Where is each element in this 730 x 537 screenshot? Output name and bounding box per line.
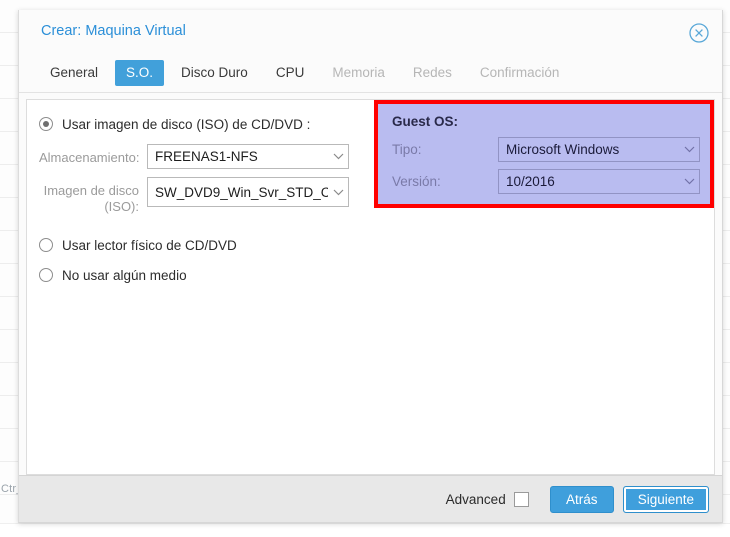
tab-disco-duro[interactable]: Disco Duro <box>170 60 259 86</box>
close-circle-icon[interactable] <box>688 22 710 44</box>
media-option-physical[interactable]: Usar lector físico de CD/DVD <box>39 233 384 257</box>
guest-os-type-label: Tipo: <box>392 142 422 157</box>
tab-cpu[interactable]: CPU <box>265 60 316 86</box>
create-vm-dialog: Crear: Maquina Virtual General S.O. Disc… <box>18 10 723 523</box>
dialog-header: Crear: Maquina Virtual <box>19 10 722 54</box>
tab-so[interactable]: S.O. <box>115 60 165 86</box>
tab-redes: Redes <box>412 65 452 80</box>
chevron-down-icon <box>679 146 699 153</box>
guest-os-type-field: Tipo: Microsoft Windows <box>392 137 710 162</box>
dialog-body: Usar imagen de disco (ISO) de CD/DVD : A… <box>26 99 715 475</box>
back-button[interactable]: Atrás <box>549 485 614 513</box>
page-root: Ctr_ Crear: Maquina Virtual General S.O.… <box>0 0 730 537</box>
iso-label: Imagen de disco (ISO): <box>43 183 139 214</box>
media-option-physical-label: Usar lector físico de CD/DVD <box>62 237 237 253</box>
iso-select[interactable]: SW_DVD9_Win_Svr_STD_Cor <box>147 177 349 207</box>
radio-iso[interactable] <box>39 117 53 131</box>
chevron-down-icon <box>679 178 699 185</box>
chevron-down-icon <box>328 153 348 160</box>
guest-os-version-field: Versión: 10/2016 <box>392 169 710 194</box>
media-options-form: Usar imagen de disco (ISO) de CD/DVD : A… <box>39 112 384 289</box>
guest-os-version-value: 10/2016 <box>506 174 555 189</box>
chevron-down-icon <box>328 189 348 196</box>
advanced-label: Advanced <box>445 491 506 507</box>
dialog-footer: Advanced Atrás Siguiente <box>19 475 722 522</box>
iso-value: SW_DVD9_Win_Svr_STD_Cor <box>155 184 328 200</box>
radio-no-media[interactable] <box>39 268 53 282</box>
radio-physical-drive[interactable] <box>39 238 53 252</box>
guest-os-panel: Guest OS: Tipo: Microsoft Windows Versió… <box>374 100 714 208</box>
dialog-title: Crear: Maquina Virtual <box>41 23 186 39</box>
tab-memoria: Memoria <box>332 65 385 80</box>
guest-os-type-value: Microsoft Windows <box>506 142 620 157</box>
storage-select[interactable]: FREENAS1-NFS <box>147 144 349 169</box>
guest-os-version-label: Versión: <box>392 174 441 189</box>
iso-field: Imagen de disco (ISO): SW_DVD9_Win_Svr_S… <box>39 177 384 215</box>
storage-field: Almacenamiento: FREENAS1-NFS <box>39 144 384 169</box>
media-option-iso-label: Usar imagen de disco (ISO) de CD/DVD : <box>62 116 311 132</box>
guest-os-version-select[interactable]: 10/2016 <box>498 169 700 194</box>
storage-label: Almacenamiento: <box>39 150 140 165</box>
tab-general[interactable]: General <box>39 60 109 86</box>
storage-value: FREENAS1-NFS <box>155 149 258 164</box>
media-option-iso[interactable]: Usar imagen de disco (ISO) de CD/DVD : <box>39 112 384 136</box>
background-bottom-strip <box>0 523 730 537</box>
media-option-none[interactable]: No usar algún medio <box>39 263 384 287</box>
advanced-checkbox[interactable] <box>513 491 529 507</box>
guest-os-title: Guest OS: <box>392 114 459 129</box>
next-button[interactable]: Siguiente <box>622 485 709 513</box>
guest-os-type-select[interactable]: Microsoft Windows <box>498 137 700 162</box>
media-option-none-label: No usar algún medio <box>62 267 187 283</box>
wizard-tabbar: General S.O. Disco Duro CPU Memoria Rede… <box>19 54 722 93</box>
tab-confirmacion: Confirmación <box>479 65 560 80</box>
